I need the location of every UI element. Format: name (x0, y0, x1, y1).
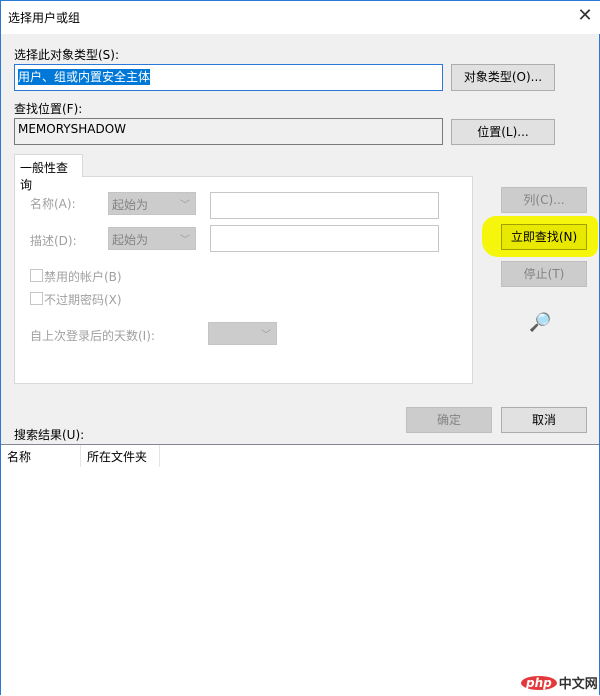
search-flashlight-icon: 🔎 (529, 312, 552, 333)
locations-button[interactable]: 位置(L)... (451, 119, 555, 145)
cancel-button[interactable]: 取消 (501, 407, 587, 433)
find-now-button[interactable]: 立即查找(N) (501, 224, 587, 250)
object-types-button[interactable]: 对象类型(O)... (451, 64, 555, 91)
title-bar: 选择用户或组 ✕ (1, 1, 600, 34)
column-header-folder[interactable]: 所在文件夹 (81, 445, 160, 467)
close-icon[interactable]: ✕ (575, 5, 595, 26)
name-mode-value: 起始为 (112, 198, 149, 212)
column-header-name[interactable]: 名称 (1, 445, 81, 467)
days-since-logon-select: ﹀ (208, 322, 277, 345)
disabled-accounts-checkbox[interactable] (30, 269, 43, 282)
location-label: 查找位置(F): (14, 102, 83, 116)
description-mode-value: 起始为 (112, 233, 149, 247)
no-expire-password-label: 不过期密码(X) (44, 293, 122, 307)
stop-button: 停止(T) (501, 261, 587, 287)
object-type-value: 用户、组或内置安全主体 (18, 69, 151, 85)
search-results-label: 搜索结果(U): (14, 428, 85, 442)
chevron-down-icon: ﹀ (261, 330, 271, 341)
disabled-accounts-label: 禁用的帐户(B) (44, 270, 122, 284)
ok-button: 确定 (406, 407, 492, 433)
search-results-list[interactable]: 名称 所在文件夹 (1, 444, 599, 696)
location-field[interactable]: MEMORYSHADOW (14, 118, 443, 145)
name-input[interactable] (210, 192, 439, 219)
chevron-down-icon: ﹀ (180, 200, 190, 211)
watermark-logo: php 中文网 (521, 673, 598, 692)
description-label: 描述(D): (30, 234, 77, 248)
no-expire-password-checkbox[interactable] (30, 292, 43, 305)
name-mode-select: 起始为 ﹀ (108, 192, 196, 215)
columns-button: 列(C)... (501, 187, 587, 213)
description-mode-select: 起始为 ﹀ (108, 227, 196, 250)
tab-common-queries[interactable]: 一般性查询 (14, 154, 83, 192)
object-type-label: 选择此对象类型(S): (14, 48, 120, 62)
description-input[interactable] (210, 225, 439, 252)
days-since-logon-label: 自上次登录后的天数(I): (30, 329, 155, 343)
name-label: 名称(A): (30, 197, 76, 211)
object-type-field[interactable]: 用户、组或内置安全主体 (14, 64, 443, 91)
window-title: 选择用户或组 (8, 11, 81, 25)
chevron-down-icon: ﹀ (180, 235, 190, 246)
